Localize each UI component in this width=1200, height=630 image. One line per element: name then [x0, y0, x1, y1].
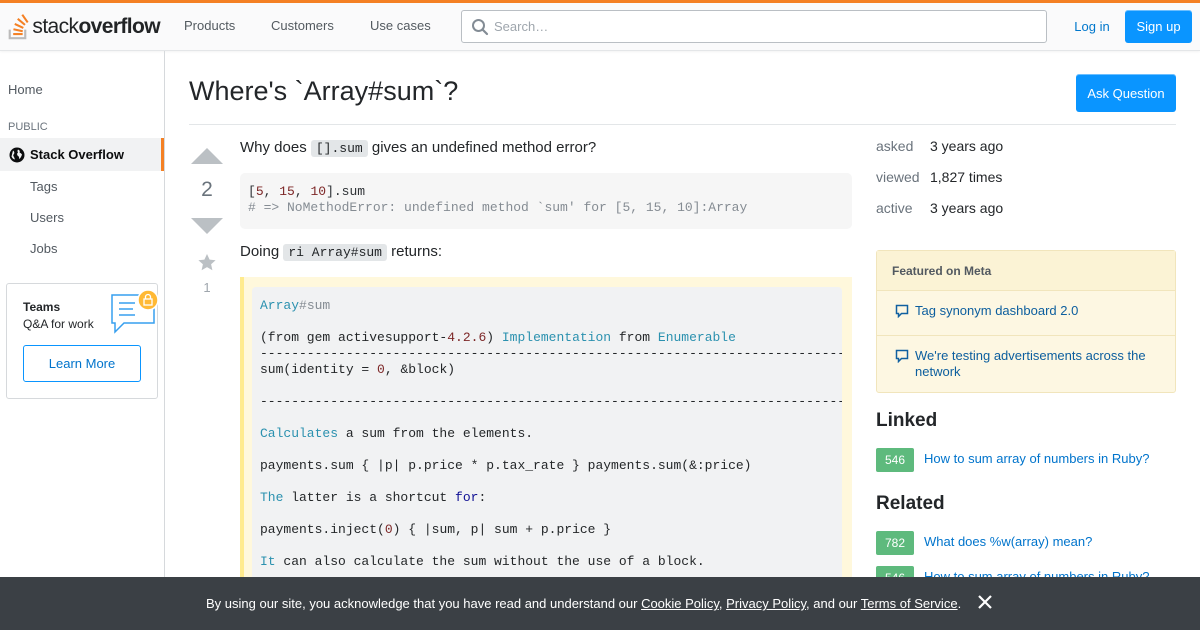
nav-customers[interactable]: Customers	[271, 18, 334, 33]
featured-item-link[interactable]: We're testing advertisements across the …	[915, 348, 1165, 380]
search-icon	[472, 19, 489, 36]
sidebar-item-tags[interactable]: Tags	[30, 179, 57, 194]
related-score-badge[interactable]: 782	[876, 531, 914, 555]
ask-question-button[interactable]: Ask Question	[1076, 74, 1176, 112]
privacy-policy-link[interactable]: Privacy Policy	[726, 596, 806, 611]
active-value[interactable]: 3 years ago	[930, 200, 1003, 216]
nav-products[interactable]: Products	[184, 18, 235, 33]
featured-divider	[877, 335, 1175, 336]
search-input[interactable]	[494, 11, 1034, 42]
code-block-ri-output: Array#sum (from gem activesupport-4.2.6)…	[252, 287, 842, 597]
upvote-arrow-icon[interactable]	[189, 146, 225, 166]
asked-label: asked	[876, 138, 914, 154]
linked-score-badge[interactable]: 546	[876, 448, 914, 472]
teams-chat-icon	[111, 289, 159, 334]
favorite-count: 1	[203, 280, 211, 295]
sidebar-item-jobs[interactable]: Jobs	[30, 241, 57, 256]
question-intro: Why does [].sum gives an undefined metho…	[240, 139, 597, 157]
viewed-label: viewed	[876, 169, 920, 185]
globe-icon	[9, 147, 25, 162]
sidebar-item-users[interactable]: Users	[30, 210, 64, 225]
related-heading: Related	[876, 493, 945, 514]
inline-code: ri Array#sum	[283, 244, 387, 261]
linked-heading: Linked	[876, 410, 938, 431]
learn-more-button[interactable]: Learn More	[23, 345, 141, 382]
code-block-error: [5, 15, 10].sum # => NoMethodError: unde…	[240, 173, 852, 229]
meta-chat-icon	[895, 304, 909, 318]
featured-item-link[interactable]: Tag synonym dashboard 2.0	[915, 303, 1165, 319]
login-link[interactable]: Log in	[1066, 10, 1118, 43]
stack-logo-icon	[8, 14, 29, 40]
stackoverflow-logo[interactable]: stackoverflow	[8, 11, 161, 43]
question-score: 2	[201, 178, 213, 201]
featured-on-meta: Featured on Meta Tag synonym dashboard 2…	[876, 250, 1176, 393]
question-doing: Doing ri Array#sum returns:	[240, 243, 443, 261]
sidebar-item-label: Stack Overflow	[30, 147, 124, 162]
featured-heading: Featured on Meta	[877, 251, 1175, 291]
top-bar: stackoverflow Products Customers Use cas…	[0, 0, 1200, 51]
left-sidebar: Home PUBLIC Stack Overflow Tags Users Jo…	[0, 51, 165, 630]
teams-promo: Teams Q&A for work Learn More	[6, 283, 159, 399]
terms-of-service-link[interactable]: Terms of Service	[861, 596, 958, 611]
nav-use-cases[interactable]: Use cases	[370, 18, 431, 33]
signup-button[interactable]: Sign up	[1125, 10, 1192, 43]
viewed-value: 1,827 times	[930, 169, 1003, 185]
cookie-banner: By using our site, you acknowledge that …	[0, 577, 1200, 630]
search-box[interactable]	[461, 10, 1047, 43]
title-divider	[189, 124, 1176, 125]
close-icon[interactable]	[976, 593, 994, 611]
favorite-star-icon[interactable]	[189, 252, 225, 272]
downvote-arrow-icon[interactable]	[189, 216, 225, 236]
sidebar-item-home[interactable]: Home	[8, 82, 43, 97]
teams-subtitle: Q&A for work	[23, 317, 94, 331]
meta-chat-icon	[895, 349, 909, 363]
logo-text: stackoverflow	[32, 15, 160, 38]
cookie-notice-text: By using our site, you acknowledge that …	[206, 596, 962, 611]
linked-question-link[interactable]: How to sum array of numbers in Ruby?	[924, 451, 1149, 466]
inline-code: [].sum	[310, 140, 368, 157]
related-question-link[interactable]: What does %w(array) mean?	[924, 534, 1092, 549]
asked-value: 3 years ago	[930, 138, 1004, 154]
teams-title: Teams	[23, 300, 61, 314]
question-title[interactable]: Where's `Array#sum`?	[189, 76, 458, 107]
sidebar-section-public: PUBLIC	[8, 121, 48, 133]
active-label: active	[876, 200, 913, 216]
cookie-policy-link[interactable]: Cookie Policy	[641, 596, 719, 611]
sidebar-item-stack-overflow[interactable]: Stack Overflow	[0, 138, 164, 171]
